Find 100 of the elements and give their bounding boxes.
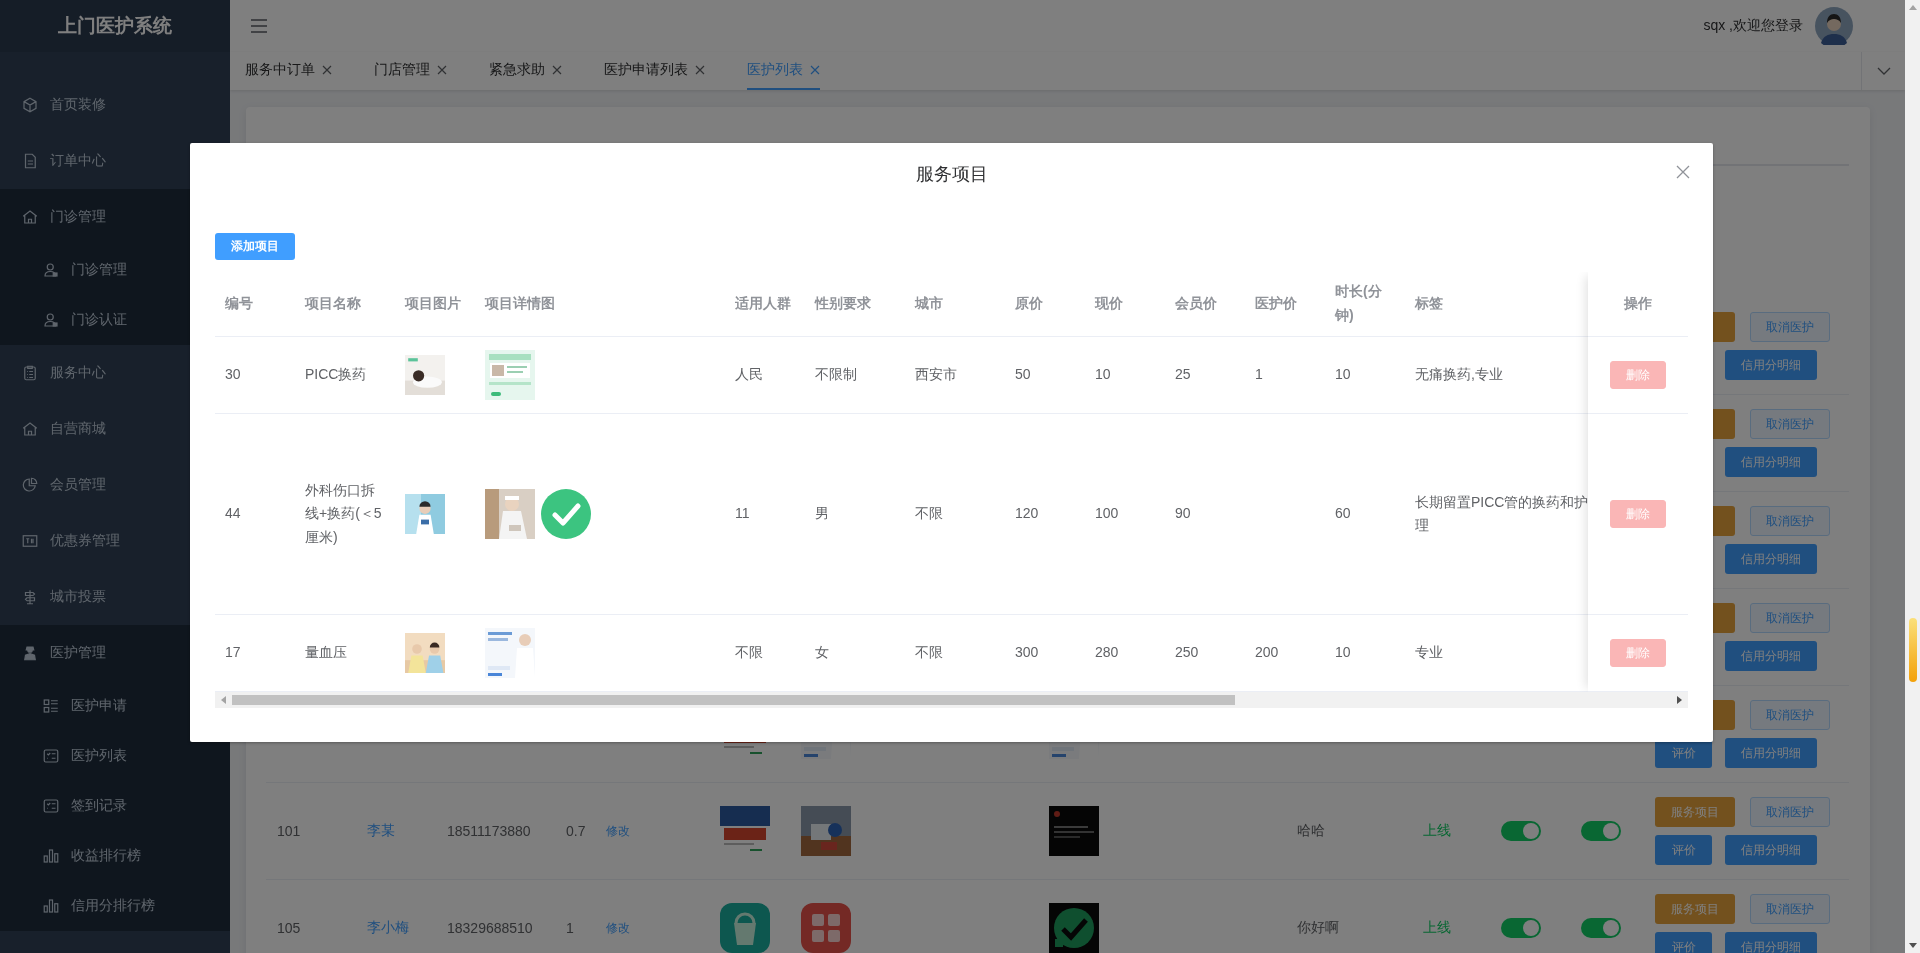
name-link[interactable]: 李小梅 <box>367 919 409 937</box>
tags-text: 无痛换药,专业 <box>1415 365 1504 385</box>
price-text: 250 <box>1175 643 1199 663</box>
arrow-right-icon[interactable] <box>1677 696 1682 704</box>
credit-button[interactable]: 信用分明细 <box>1725 641 1817 671</box>
price-text: 90 <box>1175 504 1191 524</box>
price-text: 120 <box>1015 504 1039 524</box>
audience-text: 不限 <box>735 643 763 663</box>
duration-text: 10 <box>1335 643 1351 663</box>
price-text: 300 <box>1015 643 1039 663</box>
price-text: 1 <box>1255 365 1263 385</box>
price-text: 25 <box>1175 365 1191 385</box>
column-header: 项目名称 <box>305 294 361 314</box>
credit-button[interactable]: 信用分明细 <box>1725 738 1817 768</box>
arrow-left-icon[interactable] <box>221 696 226 704</box>
gender-text: 男 <box>815 504 829 524</box>
delete-button[interactable]: 删除 <box>1610 500 1666 528</box>
price-text: 100 <box>1095 504 1119 524</box>
submenu-item[interactable]: 医护列表 <box>0 731 230 781</box>
id-text: 101 <box>277 823 301 839</box>
status-text: 上线 <box>1423 822 1451 840</box>
item-name: 外科伤口拆线+换药(＜5厘米) <box>305 481 383 547</box>
toggle-switch[interactable] <box>1501 918 1541 938</box>
tab[interactable]: 紧急求助 <box>489 52 562 90</box>
rate-button[interactable]: 评价 <box>1655 932 1712 953</box>
close-icon[interactable] <box>695 65 705 75</box>
column-header: 适用人群 <box>735 294 791 314</box>
phone-text: 18511173880 <box>447 823 531 839</box>
submenu-item[interactable]: 收益排行榜 <box>0 831 230 881</box>
item-id: 30 <box>225 365 241 385</box>
pie-chart-icon <box>21 476 39 494</box>
submenu-item[interactable]: 医护申请 <box>0 681 230 731</box>
service-button[interactable]: 服务项目 <box>1655 797 1735 827</box>
rate-button[interactable]: 评价 <box>1655 835 1712 865</box>
tab[interactable]: 医护列表 <box>747 52 820 90</box>
credit-button[interactable]: 信用分明细 <box>1725 544 1817 574</box>
toggle-switch[interactable] <box>1581 821 1621 841</box>
user-icon <box>42 261 60 279</box>
close-icon[interactable] <box>552 65 562 75</box>
add-button[interactable]: 添加项目 <box>215 233 295 260</box>
arrow-up-icon[interactable] <box>1908 5 1917 10</box>
avatar[interactable] <box>1815 7 1853 45</box>
credit-button[interactable]: 信用分明细 <box>1725 932 1817 953</box>
toggle-switch[interactable] <box>1581 918 1621 938</box>
edit-link[interactable]: 修改 <box>606 822 630 840</box>
cancel-button[interactable]: 取消医护 <box>1750 797 1830 827</box>
edit-link[interactable]: 修改 <box>606 919 630 937</box>
vertical-scrollbar[interactable] <box>1905 0 1920 953</box>
column-header: 项目详情图 <box>485 294 555 314</box>
credit-button[interactable]: 信用分明细 <box>1725 447 1817 477</box>
scrollbar-thumb[interactable] <box>232 695 1235 705</box>
gender-text: 不限制 <box>815 365 857 385</box>
name-link[interactable]: 李某 <box>367 822 395 840</box>
submenu-item[interactable]: 签到记录 <box>0 781 230 831</box>
price-text: 10 <box>1095 365 1111 385</box>
ticket-icon <box>21 532 39 550</box>
column-header: 性别要求 <box>815 294 871 314</box>
city-text: 西安市 <box>915 365 957 385</box>
column-header: 编号 <box>225 294 253 314</box>
cancel-button[interactable]: 取消医护 <box>1750 409 1830 439</box>
clipboard-icon <box>21 364 39 382</box>
tab[interactable]: 门店管理 <box>374 52 447 90</box>
submenu-item[interactable]: 信用分排行榜 <box>0 881 230 931</box>
cancel-button[interactable]: 取消医护 <box>1750 312 1830 342</box>
credit-button[interactable]: 信用分明细 <box>1725 835 1817 865</box>
scrollbar-thumb[interactable] <box>1908 618 1917 682</box>
tab[interactable]: 医护申请列表 <box>604 52 705 90</box>
menu-item[interactable]: 自营商城 <box>0 401 230 457</box>
cancel-button[interactable]: 取消医护 <box>1750 894 1830 924</box>
phone-text: 18329688510 <box>447 920 533 936</box>
delete-button[interactable]: 删除 <box>1610 361 1666 389</box>
cancel-button[interactable]: 取消医护 <box>1750 506 1830 536</box>
cube-icon <box>21 96 39 114</box>
gender-text: 女 <box>815 643 829 663</box>
audience-text: 11 <box>735 504 750 524</box>
menu-item[interactable]: 城市投票 <box>0 569 230 625</box>
close-icon[interactable] <box>1676 165 1690 179</box>
close-icon[interactable] <box>322 65 332 75</box>
arrow-down-icon[interactable] <box>1908 943 1917 948</box>
cancel-button[interactable]: 取消医护 <box>1750 700 1830 730</box>
close-icon[interactable] <box>810 65 820 75</box>
bar-chart-icon <box>42 847 60 865</box>
credit-button[interactable]: 信用分明细 <box>1725 350 1817 380</box>
price-text: 200 <box>1255 643 1279 663</box>
tab[interactable]: 服务中订单 <box>245 52 332 90</box>
delete-button[interactable]: 删除 <box>1610 639 1666 667</box>
cancel-button[interactable]: 取消医护 <box>1750 603 1830 633</box>
column-header: 项目图片 <box>405 294 461 314</box>
tags-text: 专业 <box>1415 643 1444 663</box>
checklist-icon <box>42 747 60 765</box>
menu-item[interactable]: 订单中心 <box>0 133 230 189</box>
home-icon <box>21 208 39 226</box>
toggle-switch[interactable] <box>1501 821 1541 841</box>
menu-icon[interactable] <box>250 18 268 34</box>
close-icon[interactable] <box>437 65 447 75</box>
menu-item[interactable]: 首页装修 <box>0 77 230 133</box>
horizontal-scrollbar[interactable] <box>215 692 1688 708</box>
chevron-down-icon <box>1876 67 1891 75</box>
item-name: 量血压 <box>305 643 348 663</box>
service-button[interactable]: 服务项目 <box>1655 894 1735 924</box>
